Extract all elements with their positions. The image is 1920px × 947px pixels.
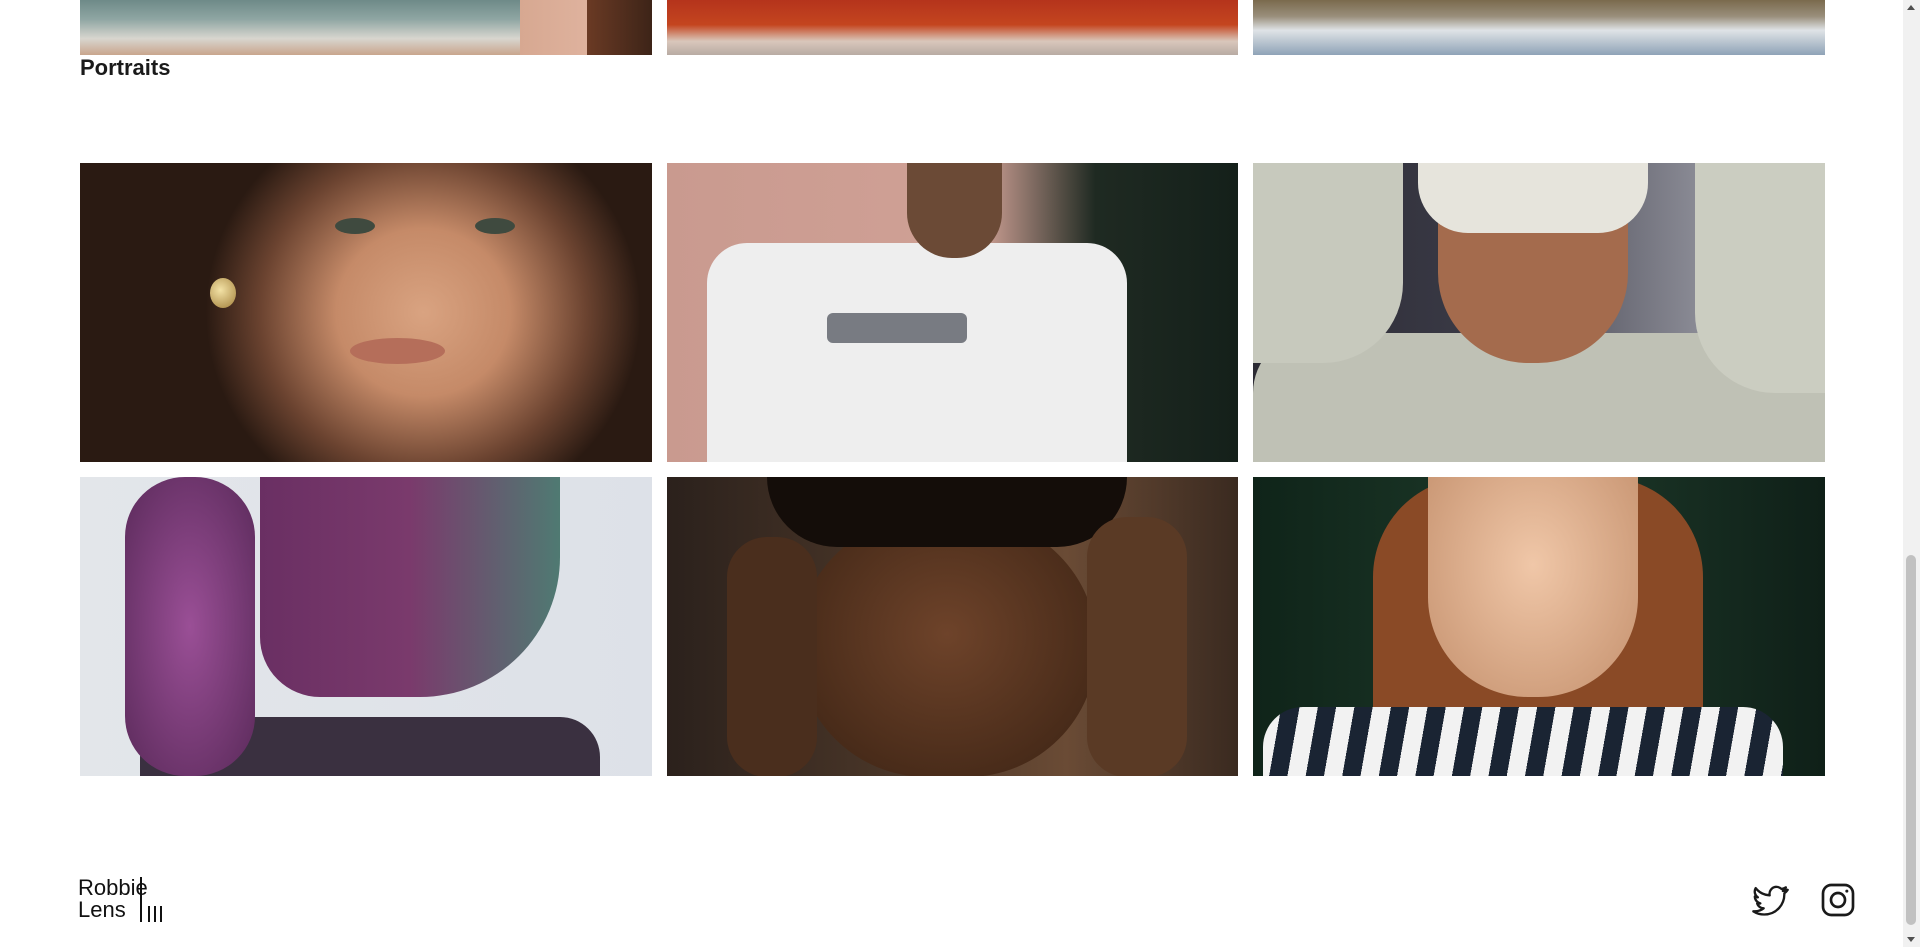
landscape-row-partial — [80, 0, 1825, 55]
portrait-photo-redhead-stripes[interactable] — [1253, 477, 1825, 776]
footer: Robbie Lens — [0, 860, 1903, 947]
instagram-icon — [1821, 883, 1855, 917]
scrollbar-thumb[interactable] — [1906, 555, 1916, 925]
scroll-up-arrow-icon[interactable] — [1907, 5, 1915, 10]
page: Portraits Robbie Lens — [0, 0, 1903, 947]
logo-bars-mark — [140, 877, 166, 922]
twitter-link[interactable] — [1750, 880, 1790, 920]
robbie-lens-logo[interactable]: Robbie Lens — [78, 877, 168, 922]
landscape-photo-red-salt-flats[interactable] — [667, 0, 1238, 55]
portrait-photo-purple-hair[interactable] — [80, 477, 652, 776]
portrait-photo-locs-hands[interactable] — [667, 477, 1238, 776]
portraits-grid — [80, 163, 1825, 776]
portrait-photo-woman-freckles[interactable] — [80, 163, 652, 462]
portrait-photo-man-hoodie[interactable] — [1253, 163, 1825, 462]
vertical-scrollbar[interactable] — [1903, 0, 1920, 947]
portrait-photo-white-tshirt[interactable] — [667, 163, 1238, 462]
instagram-link[interactable] — [1818, 880, 1858, 920]
section-title-portraits: Portraits — [80, 55, 171, 80]
scroll-down-arrow-icon[interactable] — [1907, 937, 1915, 942]
twitter-icon — [1752, 885, 1789, 916]
landscape-photo-sea-cliffs[interactable] — [80, 0, 652, 55]
landscape-photo-mountain-lake[interactable] — [1253, 0, 1825, 55]
